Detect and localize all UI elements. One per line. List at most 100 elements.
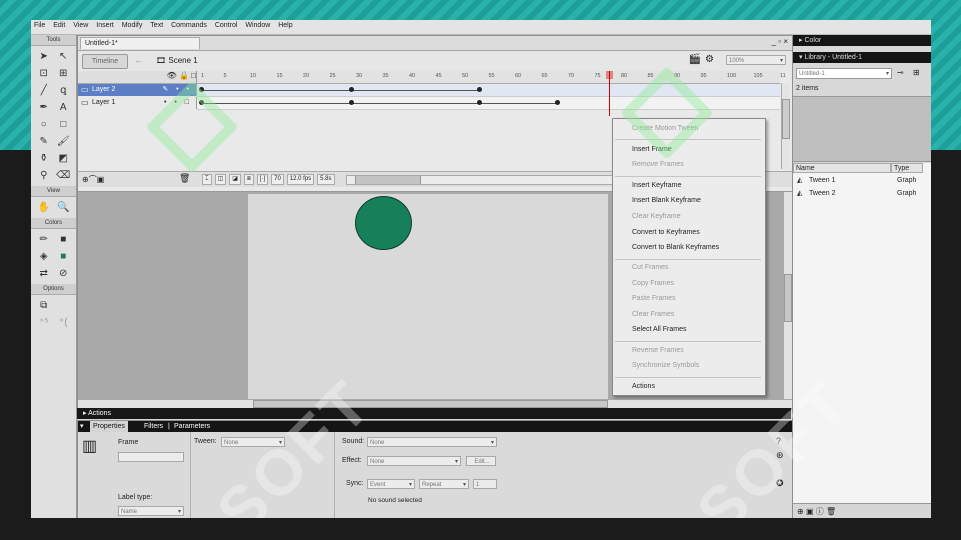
context-menu-item[interactable]: Insert Keyframe	[632, 182, 681, 189]
ink-bottle-tool-icon[interactable]: ⚱	[34, 150, 54, 167]
expand-icon[interactable]: ⊛	[776, 450, 784, 461]
timeline-horizontal-scrollbar[interactable]	[346, 175, 648, 185]
snap-to-objects-icon[interactable]: ⧉	[34, 297, 54, 314]
keyframe[interactable]	[349, 87, 354, 92]
eyedropper-tool-icon[interactable]: ⚲	[34, 167, 54, 184]
frame-label-input[interactable]	[118, 452, 184, 462]
properties-icon[interactable]: ⓘ	[816, 507, 824, 516]
menu-text[interactable]: Text	[147, 20, 166, 31]
collapse-arrow-icon[interactable]: ▾	[80, 421, 84, 432]
onion-outlines-icon[interactable]: ◪	[229, 174, 241, 185]
repeat-select[interactable]: Repeat	[419, 479, 469, 490]
menu-insert[interactable]: Insert	[93, 20, 117, 31]
eraser-tool-icon[interactable]: ⌫	[54, 167, 74, 184]
brush-tool-icon[interactable]: 🖌	[54, 133, 74, 150]
tab-properties[interactable]: Properties	[90, 421, 128, 432]
add-motion-guide-icon[interactable]: ⌒	[89, 175, 97, 184]
edit-symbols-icon[interactable]: ⚙	[705, 54, 718, 65]
context-menu-item[interactable]: Convert to Blank Keyframes	[632, 244, 719, 251]
new-library-icon[interactable]: ⊞	[913, 68, 920, 77]
library-column-type[interactable]: Type	[891, 163, 923, 173]
library-row[interactable]: ◭ Tween 1 Graph	[793, 175, 923, 187]
timeline-toggle-button[interactable]: Timeline	[82, 54, 128, 69]
delete-icon[interactable]: 🗑	[826, 507, 836, 516]
context-menu-item[interactable]: Convert to Keyframes	[632, 229, 700, 236]
lock-icon[interactable]: 🔒	[179, 71, 189, 80]
library-panel-header[interactable]: ▾ Library - Untitled-1	[793, 52, 931, 63]
sync-select[interactable]: Event	[367, 479, 415, 490]
actions-panel-bar[interactable]: ▸ Actions	[77, 408, 791, 419]
menu-control[interactable]: Control	[212, 20, 241, 31]
back-arrow-icon[interactable]: ←	[134, 55, 143, 65]
stage[interactable]	[248, 194, 608, 399]
zoom-tool-icon[interactable]: 🔍	[54, 199, 74, 216]
pencil-tool-icon[interactable]: ✎	[34, 133, 54, 150]
keyframe[interactable]	[477, 87, 482, 92]
library-document-select[interactable]: Untitled-1	[796, 68, 892, 80]
swap-colors-icon[interactable]: ⇄	[34, 265, 54, 282]
frame-ruler[interactable]: 1 5 10 15 20 25 30 35 40 45 50 55 60 65 70 75 80 85 90 95 10…	[197, 71, 786, 84]
layer-name[interactable]: Layer 1	[92, 97, 115, 109]
context-menu-item[interactable]: Select All Frames	[632, 326, 686, 333]
keyframe[interactable]	[349, 100, 354, 105]
pin-icon[interactable]: ⊸	[897, 68, 904, 77]
zoom-select[interactable]: 100%	[726, 55, 786, 66]
stroke-color-icon[interactable]: ✏	[34, 231, 54, 248]
new-folder-icon[interactable]: ▣	[806, 507, 814, 516]
document-tab[interactable]: Untitled-1*	[80, 37, 200, 49]
label-type-select[interactable]: Name	[118, 506, 184, 517]
tab-parameters[interactable]: Parameters	[174, 421, 210, 432]
delete-layer-icon[interactable]: 🗑	[179, 173, 190, 184]
context-menu-item[interactable]: Actions	[632, 383, 655, 390]
line-tool-icon[interactable]: ╱	[34, 82, 54, 99]
menu-help[interactable]: Help	[275, 20, 295, 31]
text-tool-icon[interactable]: A	[54, 99, 74, 116]
library-row[interactable]: ◭ Tween 2 Graph	[793, 188, 923, 200]
subselection-tool-icon[interactable]: ↖	[54, 48, 74, 65]
oval-tool-icon[interactable]: ○	[34, 116, 54, 133]
lasso-tool-icon[interactable]: ꝗ	[54, 82, 74, 99]
stroke-swatch-icon[interactable]: ■	[54, 231, 74, 248]
stage-vertical-scrollbar[interactable]	[783, 192, 792, 399]
gradient-transform-tool-icon[interactable]: ⊞	[54, 65, 74, 82]
menu-commands[interactable]: Commands	[168, 20, 210, 31]
onion-markers-icon[interactable]: [·]	[256, 174, 269, 185]
new-symbol-icon[interactable]: ⊕	[797, 507, 804, 516]
insert-folder-icon[interactable]: ▣	[97, 175, 105, 184]
green-circle-shape[interactable]	[355, 196, 412, 250]
insert-layer-icon[interactable]: ⊕	[82, 175, 89, 184]
menu-edit[interactable]: Edit	[50, 20, 68, 31]
playhead[interactable]	[609, 71, 610, 116]
menu-file[interactable]: File	[31, 20, 48, 31]
context-menu-item[interactable]: Insert Blank Keyframe	[632, 197, 701, 204]
layer-name[interactable]: Layer 2	[92, 84, 115, 96]
effect-select[interactable]: None	[367, 456, 461, 467]
free-transform-tool-icon[interactable]: ⊡	[34, 65, 54, 82]
library-column-name[interactable]: Name	[793, 163, 891, 173]
no-color-icon[interactable]: ⊘	[54, 265, 74, 282]
keyframe[interactable]	[477, 100, 482, 105]
onion-skin-icon[interactable]: ◫	[214, 174, 227, 185]
selection-tool-icon[interactable]: ➤	[34, 48, 54, 65]
color-panel-header[interactable]: ▸ Color	[793, 35, 931, 46]
edit-multiple-frames-icon[interactable]: ⧈	[243, 174, 254, 185]
paint-bucket-tool-icon[interactable]: ◩	[54, 150, 74, 167]
smooth-icon[interactable]: ⁺⁵	[34, 314, 54, 331]
edit-icon[interactable]: ✪	[776, 478, 784, 489]
menu-view[interactable]: View	[70, 20, 91, 31]
edit-scene-icon[interactable]: 🎬	[689, 54, 705, 65]
menu-modify[interactable]: Modify	[119, 20, 146, 31]
center-frame-icon[interactable]: ⌶	[202, 174, 212, 185]
menu-window[interactable]: Window	[242, 20, 273, 31]
rectangle-tool-icon[interactable]: □	[54, 116, 74, 133]
sound-select[interactable]: None	[367, 437, 497, 448]
eye-icon[interactable]: 👁	[167, 71, 177, 80]
keyframe[interactable]	[555, 100, 560, 105]
outline-icon[interactable]: □	[191, 71, 196, 80]
tween-select[interactable]: None	[221, 437, 285, 448]
help-icon[interactable]: ?	[776, 436, 781, 446]
edit-button[interactable]: Edit...	[466, 456, 496, 466]
stage-horizontal-scrollbar[interactable]	[78, 399, 792, 408]
pen-tool-icon[interactable]: ✒	[34, 99, 54, 116]
repeat-count-input[interactable]: 1	[473, 479, 497, 489]
